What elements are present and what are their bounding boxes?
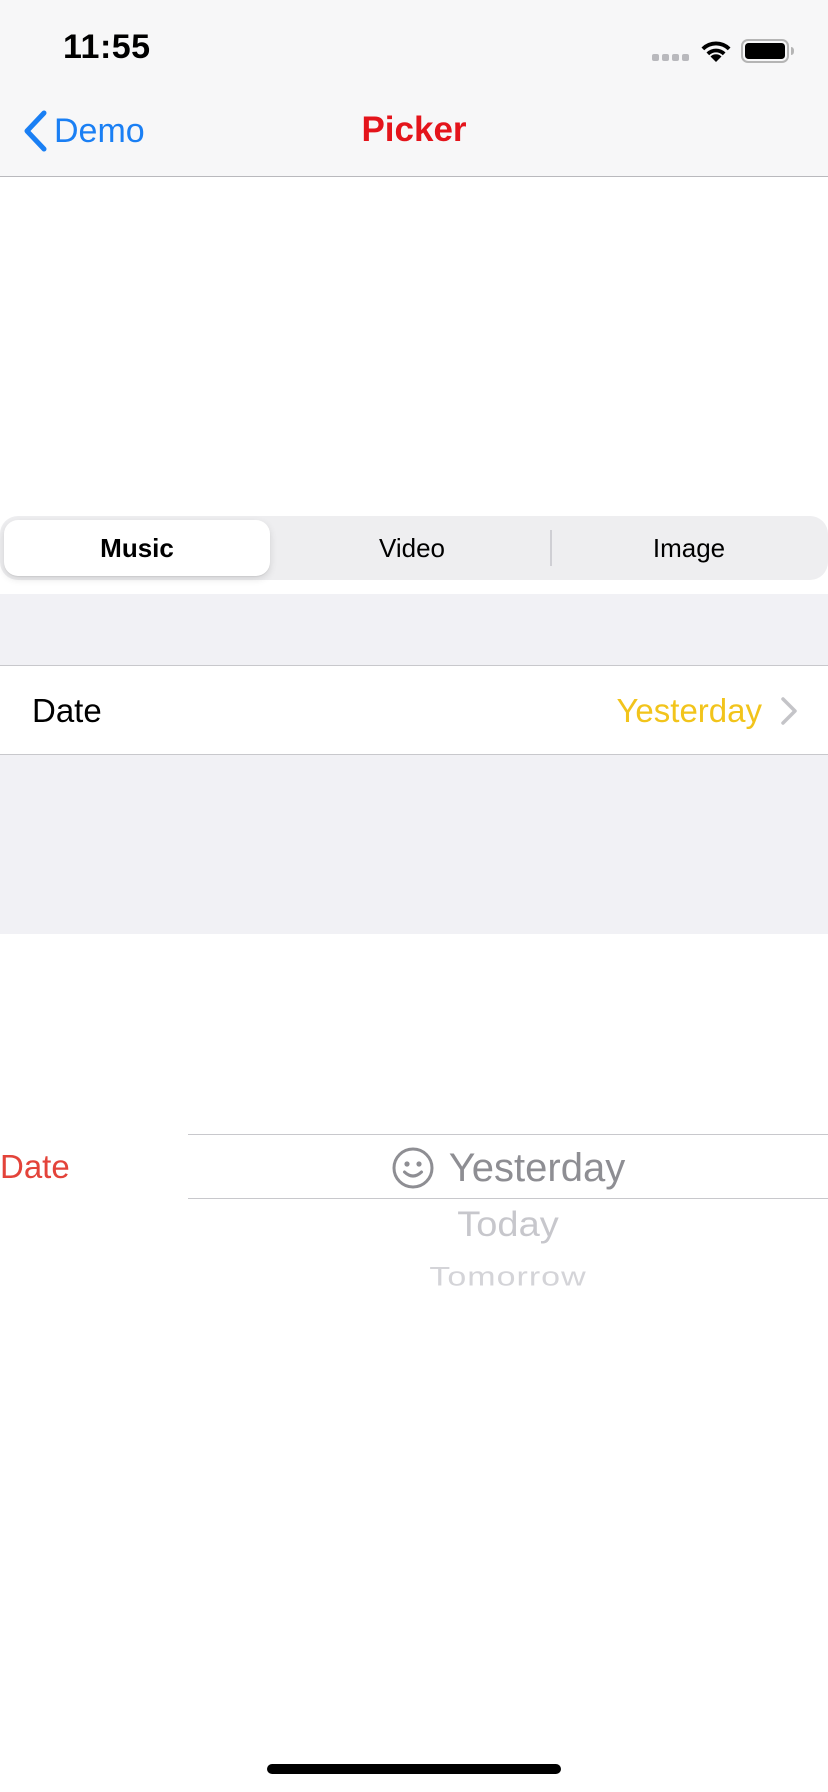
picker-option-today[interactable]: Today <box>188 1206 828 1246</box>
segment-image[interactable]: Image <box>554 520 824 576</box>
wifi-icon <box>701 41 731 62</box>
screen: 11:55 Demo Picker Music Video Image Date… <box>0 0 828 1792</box>
home-indicator <box>267 1764 561 1774</box>
battery-icon <box>741 39 794 63</box>
date-row-value: Yesterday <box>616 692 762 729</box>
cellular-signal-icon <box>652 54 692 62</box>
status-time: 11:55 <box>63 28 151 66</box>
picker-option-tomorrow[interactable]: Tomorrow <box>188 1262 828 1292</box>
top-chrome: 11:55 Demo Picker <box>0 0 828 177</box>
picker-label: Date <box>0 1148 70 1185</box>
date-row-label: Date <box>32 692 102 729</box>
date-row[interactable]: Date Yesterday <box>0 665 828 755</box>
page-title: Picker <box>361 110 467 149</box>
navigation-bar: Demo Picker <box>0 96 828 176</box>
chevron-right-icon <box>781 697 797 725</box>
status-bar: 11:55 <box>0 0 828 96</box>
grouped-table-background <box>0 594 828 934</box>
picker-option-yesterday[interactable]: Yesterday <box>188 1140 828 1196</box>
segmented-control: Music Video Image <box>0 516 828 580</box>
picker-selection-top-line <box>188 1134 828 1135</box>
segment-music[interactable]: Music <box>4 520 270 576</box>
picker-wheel[interactable]: Yesterday Today Tomorrow <box>188 1132 828 1332</box>
picker-selected-text: Yesterday <box>448 1145 626 1190</box>
picker-selection-bottom-line <box>188 1198 828 1199</box>
smiley-face-icon <box>392 1147 434 1189</box>
segment-divider <box>550 530 552 566</box>
segment-video[interactable]: Video <box>276 520 548 576</box>
